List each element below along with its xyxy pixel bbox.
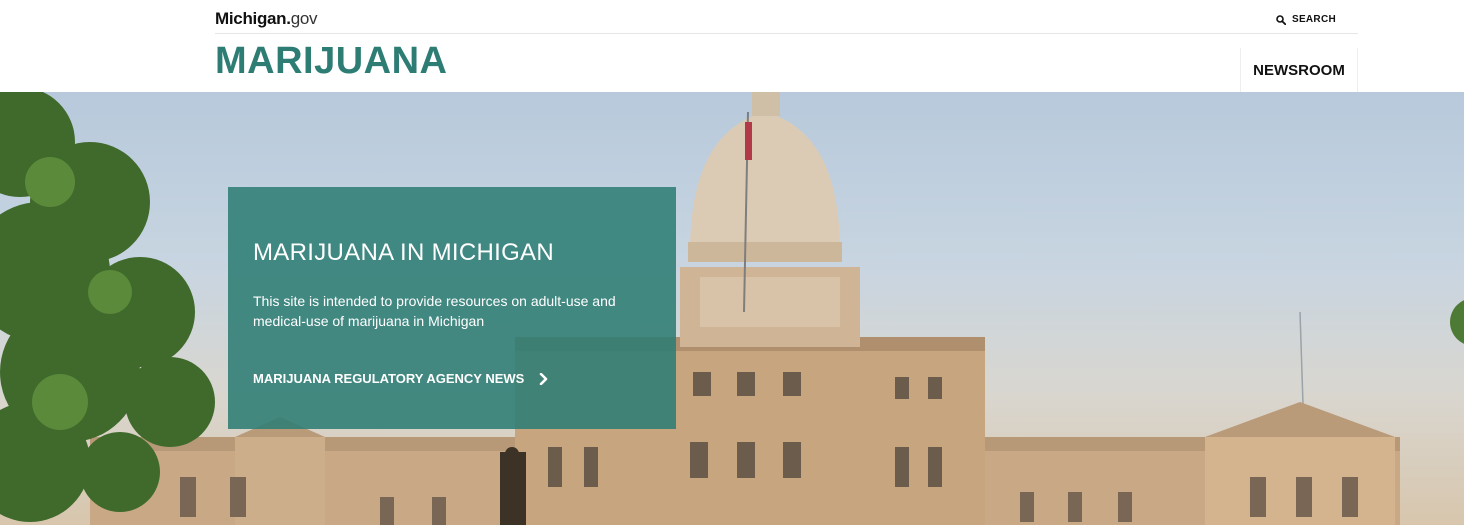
logo-light-text: gov (290, 9, 318, 28)
nav-item-newsroom[interactable]: NEWSROOM (1240, 48, 1358, 92)
chevron-right-icon (540, 372, 548, 385)
header-divider (215, 33, 1358, 34)
tree-branch-image (1450, 300, 1464, 344)
site-title[interactable]: MARIJUANA (215, 42, 448, 80)
hero-description: This site is intended to provide resourc… (253, 293, 616, 329)
regulatory-agency-news-label: MARIJUANA REGULATORY AGENCY NEWS (253, 371, 525, 386)
hero-promo-box: MARIJUANA IN MICHIGAN This site is inten… (228, 187, 676, 429)
search-icon (1276, 14, 1286, 25)
search-label: SEARCH (1291, 14, 1336, 25)
tree-foliage-image (0, 92, 215, 522)
hero-title: MARIJUANA IN MICHIGAN (253, 239, 554, 266)
search-button[interactable]: SEARCH (1276, 14, 1336, 25)
logo-bold-text: Michigan. (215, 9, 291, 28)
site-header: Michigan.gov SEARCH MARIJUANA NEWSROOM (0, 0, 1464, 92)
regulatory-agency-news-link[interactable]: MARIJUANA REGULATORY AGENCY NEWS (253, 371, 550, 386)
hero-banner: MARIJUANA IN MICHIGAN This site is inten… (0, 92, 1464, 525)
michigan-gov-logo[interactable]: Michigan.gov (215, 9, 318, 29)
header-inner: Michigan.gov SEARCH MARIJUANA NEWSROOM (215, 0, 1358, 92)
